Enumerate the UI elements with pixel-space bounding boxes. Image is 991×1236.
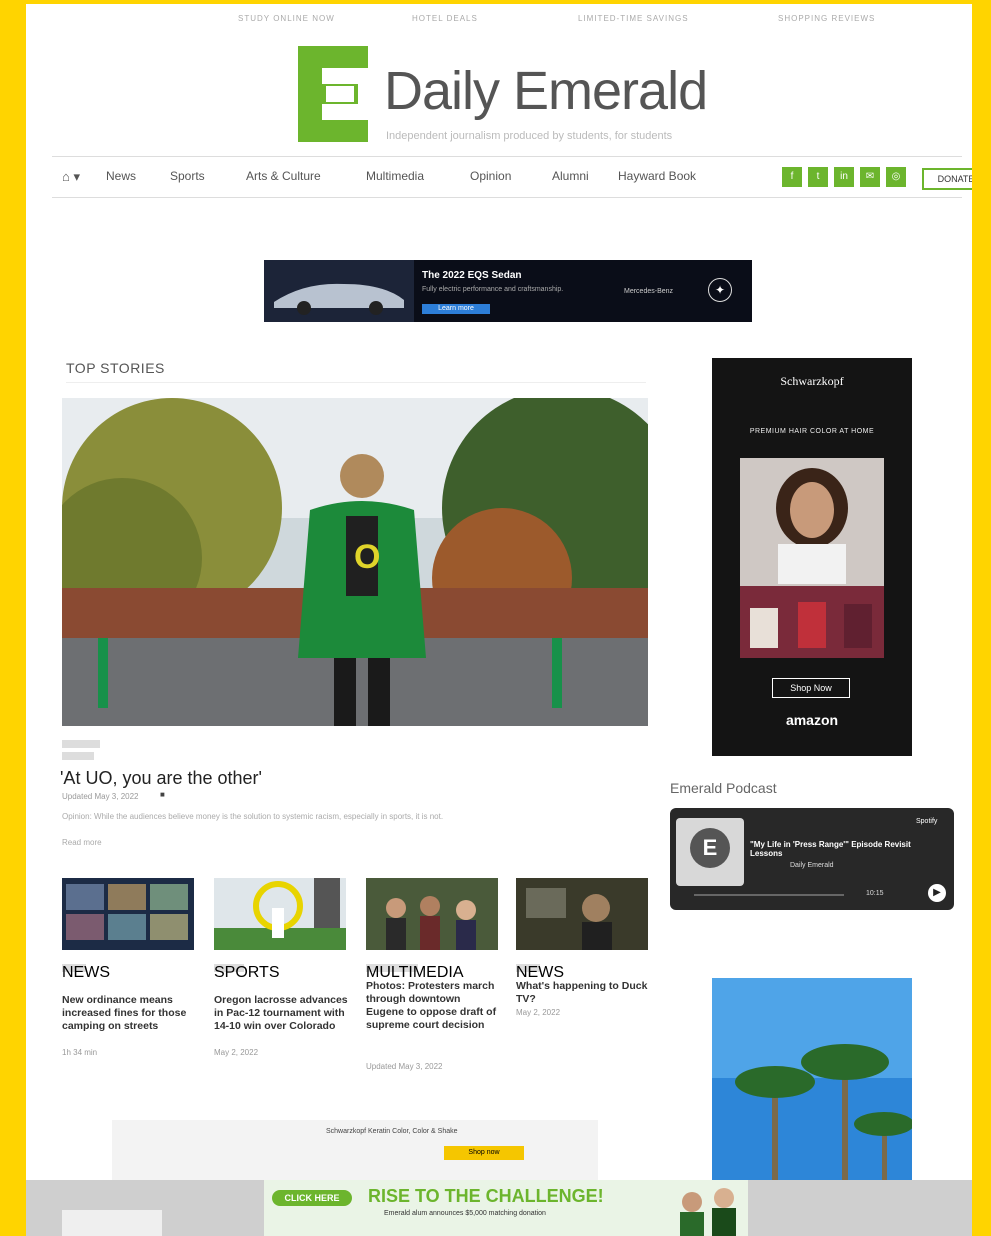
hero-excerpt: Opinion: While the audiences believe mon…	[62, 812, 444, 821]
read-more-link[interactable]: Read more	[62, 838, 102, 847]
progress-bar[interactable]	[694, 894, 844, 896]
story-date: May 2, 2022	[516, 1008, 561, 1017]
mercedes-logo-icon: ✦	[708, 278, 732, 302]
linkedin-icon[interactable]: in	[834, 167, 854, 187]
ad-subtext: Emerald alum announces $5,000 matching d…	[384, 1210, 546, 1217]
spotify-icon[interactable]: Spotify	[916, 818, 937, 825]
story-headline[interactable]: What's happening to Duck TV?	[516, 980, 650, 1006]
category-tag[interactable]: MULTIMEDIA	[366, 964, 463, 981]
podcast-heading: Emerald Podcast	[670, 780, 777, 796]
top-link[interactable]: LIMITED-TIME SAVINGS	[578, 14, 689, 23]
sidebar-ad[interactable]: Schwarzkopf PREMIUM HAIR COLOR AT HOME S…	[712, 358, 912, 756]
ad-subtext: Fully electric performance and craftsman…	[422, 286, 564, 293]
podcast-episode-title[interactable]: "My Life in 'Press Range'" Episode Revis…	[750, 840, 940, 858]
sticky-footer-ad: CLICK HERE RISE TO THE CHALLENGE! Emeral…	[26, 1180, 972, 1236]
category-tag[interactable]: NEWS	[516, 964, 564, 981]
nav-item-arts[interactable]: Arts & Culture	[246, 169, 321, 183]
site-title[interactable]: Daily Emerald	[384, 60, 708, 122]
story-date: 1h 34 min	[62, 1048, 98, 1057]
nav-item-multimedia[interactable]: Multimedia	[366, 169, 424, 183]
page: STUDY ONLINE NOW HOTEL DEALS LIMITED-TIM…	[26, 4, 972, 1236]
top-link[interactable]: HOTEL DEALS	[412, 14, 478, 23]
amazon-logo: amazon	[785, 712, 839, 728]
instagram-icon[interactable]: ◎	[886, 167, 906, 187]
emerald-logo-icon[interactable]	[298, 46, 368, 142]
story-date: Updated May 3, 2022	[366, 1062, 443, 1071]
hero-photo: O	[62, 398, 648, 726]
top-link[interactable]: STUDY ONLINE NOW	[238, 14, 335, 23]
comment-icon[interactable]: ■	[160, 790, 165, 799]
shop-now-button[interactable]: Shop Now	[772, 678, 850, 698]
ad-headline: RISE TO THE CHALLENGE!	[368, 1186, 604, 1206]
duck-tv-image	[516, 878, 648, 950]
inline-ad[interactable]: Schwarzkopf Keratin Color, Color & Shake…	[112, 1120, 598, 1180]
nav-item-hayward[interactable]: Hayward Book	[618, 169, 696, 183]
sticky-ad-banner[interactable]: CLICK HERE RISE TO THE CHALLENGE! Emeral…	[264, 1180, 748, 1236]
section-heading: TOP STORIES	[66, 360, 165, 376]
hero-headline[interactable]: 'At UO, you are the other'	[60, 768, 262, 789]
home-icon[interactable]: ⌂ ▾	[62, 169, 80, 185]
zoom-meeting-image	[62, 878, 194, 950]
ad-brand: Mercedes-Benz	[624, 288, 674, 295]
click-here-button[interactable]: CLICK HERE	[272, 1190, 352, 1206]
ad-thumbnail[interactable]	[62, 1210, 162, 1236]
story-headline[interactable]: Photos: Protesters march through downtow…	[366, 980, 500, 1032]
svg-text:O: O	[354, 538, 380, 576]
model-image	[740, 458, 884, 658]
emerald-logo-icon: E	[690, 828, 730, 868]
divider	[66, 382, 646, 383]
facebook-icon[interactable]: f	[782, 167, 802, 187]
ad-cta-button[interactable]: Shop now	[444, 1146, 524, 1160]
nav-item-opinion[interactable]: Opinion	[470, 169, 511, 183]
ad-cta-button[interactable]: Learn more	[422, 304, 490, 314]
ad-headline: PREMIUM HAIR COLOR AT HOME	[749, 428, 875, 435]
car-image	[264, 260, 414, 322]
podcast-time: 10:15	[866, 890, 884, 897]
top-link[interactable]: SHOPPING REVIEWS	[778, 14, 875, 23]
category-tag[interactable]: NEWS	[62, 964, 110, 981]
ad-headline: The 2022 EQS Sedan	[422, 270, 522, 281]
podcast-player: E "My Life in 'Press Range'" Episode Rev…	[670, 808, 954, 910]
category-tag[interactable]	[62, 740, 100, 748]
hero-date: Updated May 3, 2022	[62, 792, 139, 801]
main-nav: ⌂ ▾ News Sports Arts & Culture Multimedi…	[52, 156, 972, 198]
nav-item-news[interactable]: News	[106, 169, 136, 183]
protest-image	[366, 878, 498, 950]
email-icon[interactable]: ✉	[860, 167, 880, 187]
ad-headline: Schwarzkopf Keratin Color, Color & Shake	[326, 1128, 458, 1135]
top-links: STUDY ONLINE NOW HOTEL DEALS LIMITED-TIM…	[26, 14, 972, 28]
story-headline[interactable]: Oregon lacrosse advances in Pac-12 tourn…	[214, 994, 348, 1033]
ad-brand: Schwarzkopf	[780, 374, 844, 388]
donate-button[interactable]: DONATE	[922, 168, 972, 190]
site-tagline: Independent journalism produced by stude…	[386, 130, 673, 142]
lacrosse-image	[214, 878, 346, 950]
podcast-show[interactable]: Daily Emerald	[790, 862, 834, 869]
story-date: May 2, 2022	[214, 1048, 259, 1057]
category-tag[interactable]	[62, 752, 94, 760]
category-tag[interactable]: SPORTS	[214, 964, 280, 981]
hero-image[interactable]: O	[62, 398, 648, 726]
story-headline[interactable]: New ordinance means increased fines for …	[62, 994, 196, 1033]
nav-item-sports[interactable]: Sports	[170, 169, 205, 183]
people-image	[680, 1188, 736, 1236]
podcast-cover[interactable]: E	[676, 818, 744, 886]
story-thumbnail[interactable]	[62, 878, 194, 950]
play-icon[interactable]: ▶	[928, 884, 946, 902]
story-thumbnail[interactable]	[214, 878, 346, 950]
leaderboard-ad[interactable]: The 2022 EQS Sedan Fully electric perfor…	[264, 260, 752, 322]
story-thumbnail[interactable]	[366, 878, 498, 950]
story-thumbnail[interactable]	[516, 878, 648, 950]
nav-item-alumni[interactable]: Alumni	[552, 169, 589, 183]
twitter-icon[interactable]: t	[808, 167, 828, 187]
